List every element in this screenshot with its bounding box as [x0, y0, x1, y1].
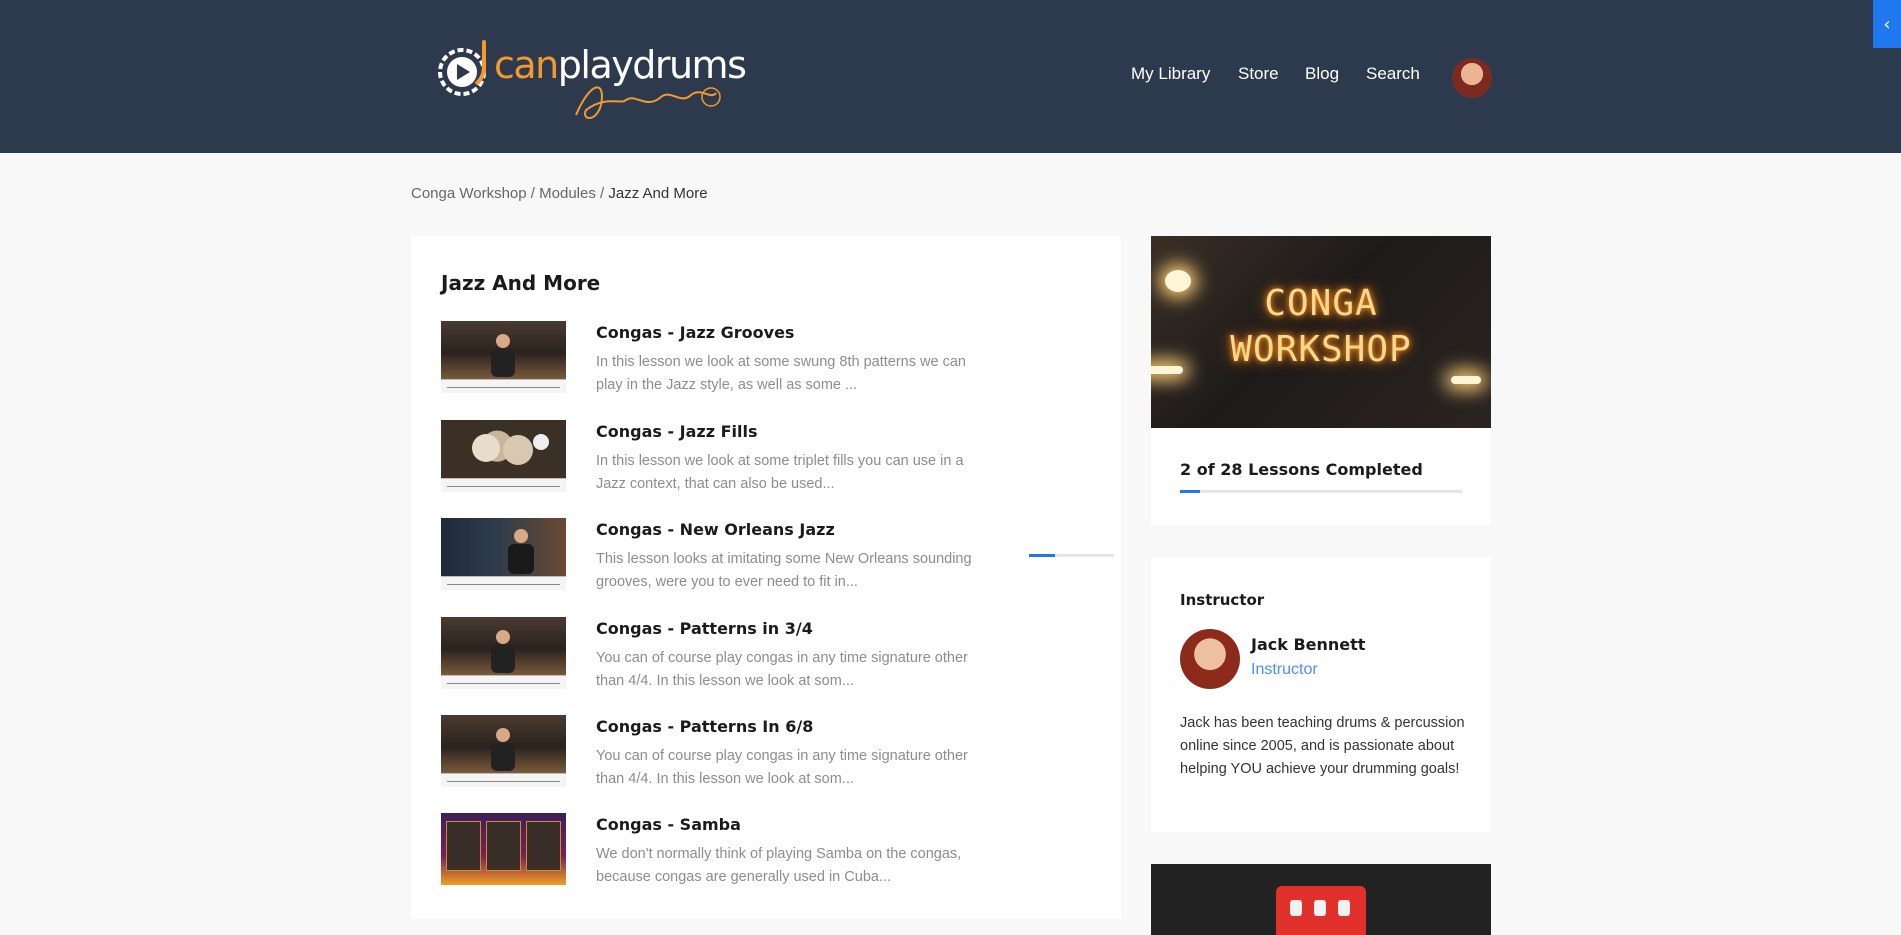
lesson-description: This lesson looks at imitating some New … [596, 551, 972, 590]
course-progress-bar [1180, 490, 1462, 493]
instructor-heading: Instructor [1180, 591, 1265, 609]
lesson-item[interactable]: Congas - Jazz Fills In this lesson we lo… [441, 420, 1101, 500]
lesson-item[interactable]: Congas - New Orleans Jazz This lesson lo… [441, 518, 1114, 598]
lesson-description: In this lesson we look at some triplet f… [596, 453, 964, 492]
lesson-description: We don't normally think of playing Samba… [596, 846, 962, 885]
module-lessons-card: Jazz And More Congas - Jazz Grooves In t… [411, 236, 1121, 919]
lesson-progress-fill [1029, 554, 1055, 557]
course-image-line: CONGA [1264, 283, 1378, 324]
lesson-title[interactable]: Congas - Jazz Fills [596, 422, 758, 441]
lesson-thumbnail [441, 617, 566, 689]
lesson-description: In this lesson we look at some swung 8th… [596, 354, 966, 393]
course-image-line: WORKSHOP [1230, 329, 1412, 370]
lesson-item[interactable]: Congas - Patterns in 3/4 You can of cour… [441, 617, 1101, 697]
course-progress-card: CONGA WORKSHOP 2 of 28 Lessons Completed [1151, 236, 1491, 525]
lesson-thumbnail [441, 813, 566, 885]
instructor-bio: Jack has been teaching drums & percussio… [1180, 715, 1465, 777]
breadcrumb-current: Jazz And More [608, 185, 708, 202]
lesson-description: You can of course play congas in any tim… [596, 748, 968, 787]
nav-store[interactable]: Store [1238, 64, 1279, 84]
lesson-title[interactable]: Congas - Patterns in 3/4 [596, 619, 813, 638]
nav-my-library[interactable]: My Library [1131, 64, 1210, 84]
lesson-title[interactable]: Congas - New Orleans Jazz [596, 520, 835, 539]
play-drum-logo-icon [438, 40, 486, 96]
lessons-completed-label: 2 of 28 Lessons Completed [1180, 460, 1423, 479]
breadcrumb-course[interactable]: Conga Workshop [411, 185, 527, 202]
lesson-thumbnail [441, 715, 566, 787]
lesson-thumbnail [441, 420, 566, 492]
promo-image[interactable] [1151, 864, 1491, 935]
lesson-item[interactable]: Congas - Samba We don't normally think o… [441, 813, 1101, 893]
instructor-role: Instructor [1251, 661, 1318, 678]
lesson-title[interactable]: Congas - Patterns In 6/8 [596, 717, 813, 736]
user-avatar[interactable] [1452, 58, 1492, 98]
module-title: Jazz And More [441, 271, 601, 295]
site-logo[interactable]: canplaydrums [436, 30, 756, 125]
breadcrumb: Conga Workshop / Modules / Jazz And More [411, 185, 708, 202]
course-image[interactable]: CONGA WORKSHOP [1151, 236, 1491, 428]
course-progress-fill [1180, 490, 1201, 493]
site-header: canplaydrums My Library Store Blog Searc… [0, 0, 1901, 153]
instructor-avatar [1180, 629, 1240, 689]
lesson-description: You can of course play congas in any tim… [596, 650, 968, 689]
breadcrumb-modules[interactable]: Modules [539, 185, 596, 202]
lesson-title[interactable]: Congas - Samba [596, 815, 741, 834]
nav-blog[interactable]: Blog [1305, 64, 1339, 84]
lesson-item[interactable]: Congas - Jazz Grooves In this lesson we … [441, 321, 1101, 401]
nav-search[interactable]: Search [1366, 64, 1420, 84]
lesson-title[interactable]: Congas - Jazz Grooves [596, 323, 794, 342]
breadcrumb-separator: / [526, 185, 540, 202]
lesson-thumbnail [441, 321, 566, 393]
lesson-item[interactable]: Congas - Patterns In 6/8 You can of cour… [441, 715, 1101, 795]
signature-icon [575, 86, 721, 119]
logo-word-can: can [494, 43, 559, 87]
instructor-name: Jack Bennett [1251, 635, 1366, 654]
chevron-left-icon[interactable]: ‹ [1873, 0, 1901, 48]
lesson-progress-bar [1029, 554, 1114, 557]
pedal-image [1276, 886, 1366, 935]
course-image-title: CONGA WORKSHOP [1221, 281, 1421, 373]
lesson-thumbnail [441, 518, 566, 590]
breadcrumb-separator: / [595, 185, 609, 202]
instructor-card: Instructor Jack Bennett Instructor Jack … [1151, 557, 1491, 832]
